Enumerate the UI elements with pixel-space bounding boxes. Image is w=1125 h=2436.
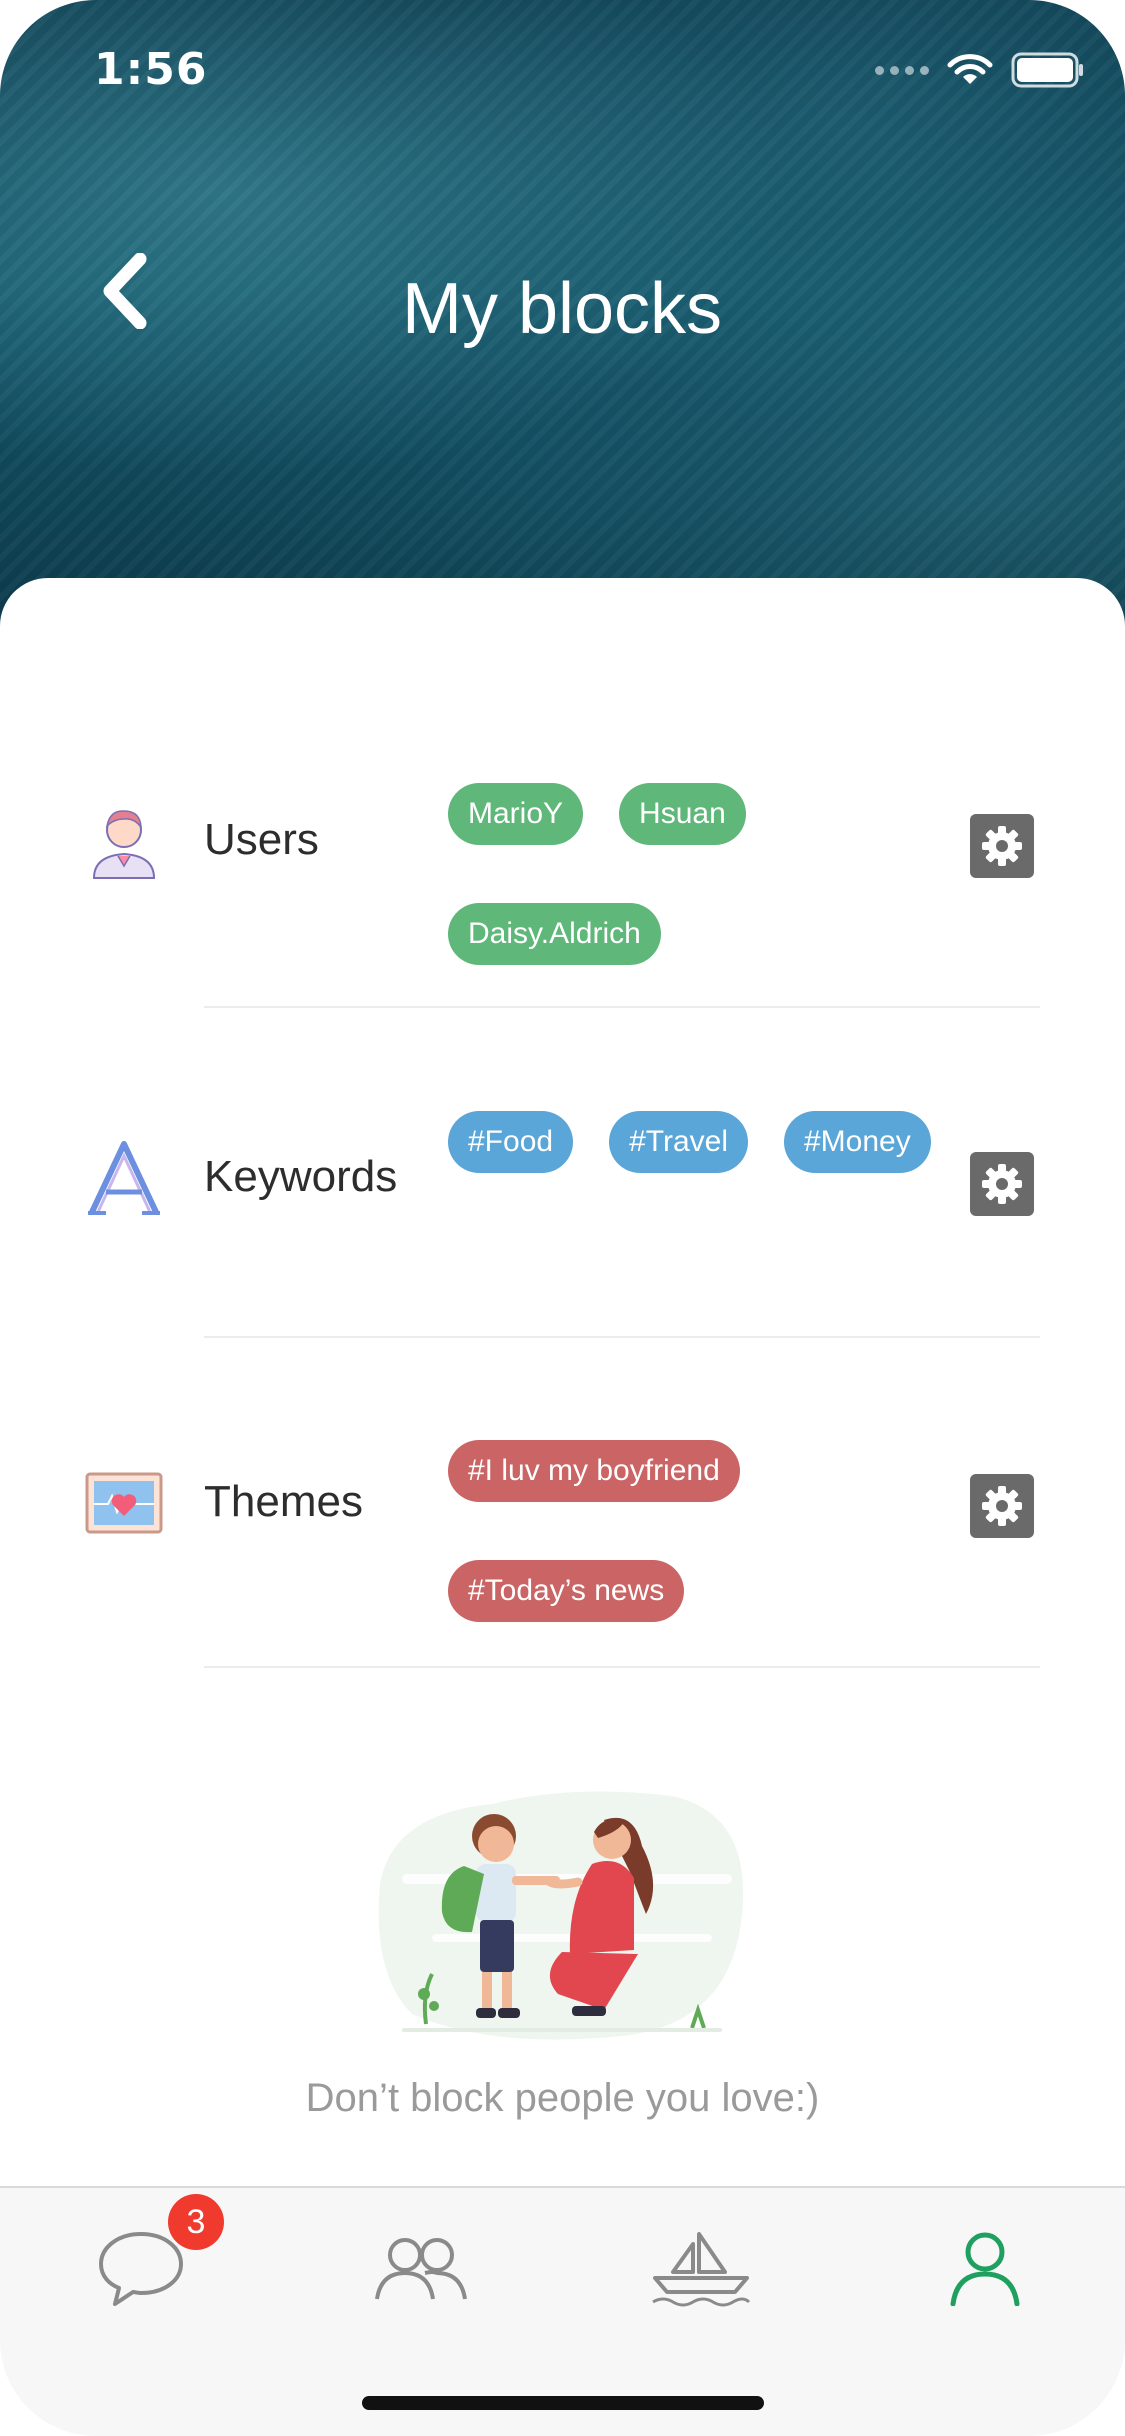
back-button[interactable] <box>88 246 160 336</box>
status-time: 1:56 <box>94 44 208 95</box>
tab-profile[interactable] <box>920 2218 1050 2318</box>
tag-list: MarioY Hsuan Daisy.Aldrich <box>448 783 968 965</box>
gear-icon <box>982 1486 1022 1526</box>
tag-chip[interactable]: #Money <box>784 1111 931 1173</box>
tag-chip[interactable]: #I luv my boyfriend <box>448 1440 740 1502</box>
tag-list: #I luv my boyfriend #Today’s news <box>448 1440 968 1622</box>
home-indicator[interactable] <box>362 2396 764 2410</box>
boat-icon <box>652 2232 751 2307</box>
screen: 1:56 My blocks Users MarioY Hsuan Daisy.… <box>0 0 1125 2436</box>
section-label: Users <box>204 815 319 864</box>
chat-bubble-icon <box>99 2232 183 2306</box>
tag-chip[interactable]: #Food <box>448 1111 574 1173</box>
keywords-settings-button[interactable] <box>970 1152 1034 1216</box>
heart-picture-icon <box>84 1464 164 1544</box>
tag-chip[interactable]: #Travel <box>609 1111 748 1173</box>
gear-icon <box>982 826 1022 866</box>
tag-chip[interactable]: Daisy.Aldrich <box>448 903 661 965</box>
tab-explore[interactable] <box>636 2218 766 2318</box>
tag-list: #Food #Travel #Money <box>448 1111 968 1173</box>
tag-chip[interactable]: #Today’s news <box>448 1560 685 1622</box>
chevron-left-icon <box>103 253 147 329</box>
divider <box>204 1666 1040 1668</box>
tag-chip[interactable]: MarioY <box>448 783 584 845</box>
gear-icon <box>982 1164 1022 1204</box>
status-icons <box>875 52 1085 88</box>
profile-icon <box>950 2232 1020 2306</box>
user-icon <box>84 800 164 880</box>
tag-chip[interactable]: Hsuan <box>619 783 746 845</box>
family-illustration <box>372 1774 752 2064</box>
themes-settings-button[interactable] <box>970 1474 1034 1538</box>
cellular-signal-icon <box>875 65 929 75</box>
chat-unread-badge: 3 <box>168 2194 224 2250</box>
divider <box>204 1336 1040 1338</box>
empty-state-caption: Don’t block people you love:) <box>305 2076 820 2120</box>
battery-icon <box>1011 52 1083 88</box>
divider <box>204 1006 1040 1008</box>
users-settings-button[interactable] <box>970 814 1034 878</box>
wifi-icon <box>947 54 993 84</box>
section-label: Keywords <box>204 1152 398 1201</box>
page-title: My blocks <box>401 269 723 349</box>
keyword-letter-icon <box>84 1138 164 1218</box>
friends-icon <box>375 2238 467 2300</box>
tab-friends[interactable] <box>356 2218 486 2318</box>
section-label: Themes <box>204 1477 363 1526</box>
